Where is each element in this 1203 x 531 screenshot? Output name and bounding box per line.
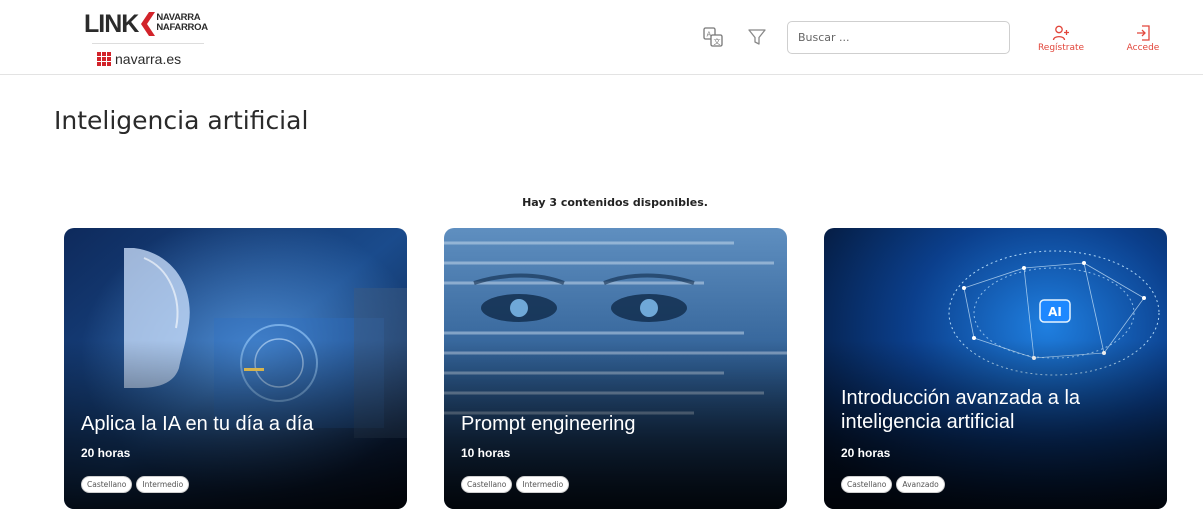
card-hours: 10 horas bbox=[461, 446, 511, 460]
user-plus-icon bbox=[1052, 25, 1069, 41]
level-tag: Avanzado bbox=[896, 476, 945, 493]
level-tag: Intermedio bbox=[136, 476, 190, 493]
register-label: Regístrate bbox=[1037, 43, 1085, 53]
card-tags: Castellano Intermedio bbox=[81, 476, 190, 493]
course-card[interactable]: Aplica la IA en tu día a día 20 horas Ca… bbox=[64, 228, 407, 509]
navarra-grid-icon bbox=[97, 51, 112, 67]
course-card[interactable]: Prompt engineering 10 horas Castellano I… bbox=[444, 228, 787, 509]
card-tags: Castellano Avanzado bbox=[841, 476, 945, 493]
login-button[interactable]: Accede bbox=[1108, 24, 1178, 64]
logo-divider bbox=[92, 43, 204, 44]
language-tag: Castellano bbox=[81, 476, 133, 493]
svg-text:文: 文 bbox=[714, 37, 721, 46]
available-count-text: Hay 3 contenidos disponibles. bbox=[522, 196, 708, 209]
login-label: Accede bbox=[1126, 43, 1160, 53]
card-hours: 20 horas bbox=[81, 446, 131, 460]
level-tag: Intermedio bbox=[516, 476, 570, 493]
link-navarra-logo[interactable]: LINK NAVARRA NAFARROA navarra.es bbox=[84, 10, 214, 70]
card-title: Aplica la IA en tu día a día bbox=[81, 413, 314, 435]
course-card[interactable]: AI Introducción avanzada a la inteligenc… bbox=[824, 228, 1167, 509]
filter-icon[interactable] bbox=[746, 26, 768, 48]
page-title: Inteligencia artificial bbox=[54, 106, 309, 135]
card-title: Prompt engineering bbox=[461, 413, 636, 435]
login-icon bbox=[1137, 25, 1150, 41]
language-tag: Castellano bbox=[461, 476, 513, 493]
svg-text:A: A bbox=[707, 31, 712, 39]
card-overlay bbox=[64, 228, 407, 509]
card-title: Introducción avanzada a la inteligencia … bbox=[841, 387, 1081, 433]
register-button[interactable]: Regístrate bbox=[1026, 24, 1096, 64]
language-tag: Castellano bbox=[841, 476, 893, 493]
search-input[interactable] bbox=[787, 21, 1010, 54]
translate-icon[interactable]: A 文 bbox=[702, 26, 724, 48]
card-overlay bbox=[444, 228, 787, 509]
card-overlay bbox=[824, 228, 1167, 509]
logo-chevron-icon bbox=[141, 12, 156, 36]
logo-word: LINK bbox=[84, 10, 139, 38]
site-header: LINK NAVARRA NAFARROA navarra.es A 文 Bus… bbox=[0, 0, 1203, 75]
logo-sub-line2: NAFARROA bbox=[156, 22, 208, 33]
card-hours: 20 horas bbox=[841, 446, 891, 460]
logo-domain: navarra.es bbox=[115, 51, 182, 67]
card-tags: Castellano Intermedio bbox=[461, 476, 570, 493]
